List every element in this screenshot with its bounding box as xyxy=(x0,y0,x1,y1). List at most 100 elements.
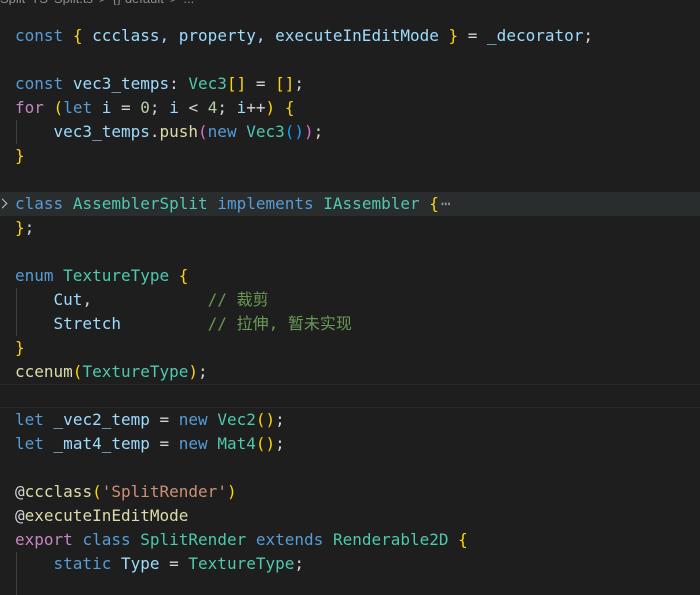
code-line[interactable] xyxy=(0,384,700,408)
code-line[interactable] xyxy=(0,456,700,480)
code-line[interactable]: const { ccclass, property, executeInEdit… xyxy=(0,24,700,48)
code-token: = xyxy=(159,554,189,573)
code-line[interactable]: export class SplitRender extends Rendera… xyxy=(0,528,700,552)
code-text: const { ccclass, property, executeInEdit… xyxy=(15,24,593,48)
code-token: = xyxy=(149,410,179,429)
code-line[interactable]: Stretch // 拉伸, 暂未实现 xyxy=(0,312,700,336)
code-token: Type xyxy=(120,554,160,573)
breadcrumb-item[interactable]: > xyxy=(170,0,178,5)
code-token: ccenum xyxy=(15,362,73,381)
code-token: class xyxy=(15,194,64,213)
code-line[interactable]: vec3_temps.push(new Vec3()); xyxy=(0,120,700,144)
code-text: vec3_temps.push(new Vec3()); xyxy=(15,120,324,144)
code-token: < xyxy=(178,98,208,117)
code-token: ; xyxy=(275,410,285,429)
breadcrumb-item[interactable]: Split xyxy=(0,0,25,5)
code-line[interactable]: } xyxy=(0,144,700,168)
breadcrumb-item[interactable]: TS xyxy=(31,0,48,5)
code-line[interactable]: @executeInEditMode xyxy=(0,504,700,528)
fold-chevron-right-icon[interactable] xyxy=(0,198,10,210)
code-text: } xyxy=(15,336,25,360)
code-text: static Type = TextureType; xyxy=(15,552,304,576)
code-token: ; xyxy=(294,74,305,93)
code-token: } xyxy=(15,146,25,165)
code-line[interactable]: ccenum(TextureType); xyxy=(0,360,700,384)
code-token: push xyxy=(159,122,199,141)
code-text: const vec3_temps: Vec3[] = []; xyxy=(15,72,304,96)
code-token: const xyxy=(15,26,64,45)
code-token: [] xyxy=(226,74,247,93)
code-token: ( xyxy=(53,98,64,117)
code-line[interactable]: Cut, // 裁剪 xyxy=(0,288,700,312)
code-token: { xyxy=(429,194,439,213)
code-token: = xyxy=(246,74,276,93)
code-token: // 裁剪 xyxy=(207,290,269,309)
breadcrumb-item[interactable]: {} default xyxy=(113,0,164,5)
code-token: ++ xyxy=(246,98,266,117)
code-token: ; xyxy=(583,26,594,45)
code-token: class xyxy=(82,530,131,549)
code-line[interactable]: let _vec2_temp = new Vec2(); xyxy=(0,408,700,432)
code-line[interactable] xyxy=(0,168,700,192)
code-token: ; xyxy=(313,122,324,141)
code-token: 0 xyxy=(140,98,150,117)
code-token: vec3_temps xyxy=(72,74,170,93)
folded-region-ellipsis[interactable]: ⋯ xyxy=(439,192,453,216)
code-token: { xyxy=(178,266,189,285)
code-line[interactable]: static Type = TextureType; xyxy=(0,552,700,576)
code-token: Stretch xyxy=(53,314,121,333)
code-text: class AssemblerSplit implements IAssembl… xyxy=(15,192,453,216)
code-token: , xyxy=(82,290,208,309)
code-line[interactable]: let _mat4_temp = new Mat4(); xyxy=(0,432,700,456)
code-token: static xyxy=(53,554,112,573)
breadcrumb-item[interactable]: Split.ts xyxy=(54,0,93,5)
code-token: AssemblerSplit xyxy=(72,194,208,213)
code-line[interactable]: class AssemblerSplit implements IAssembl… xyxy=(0,192,700,216)
code-token: new xyxy=(178,410,208,429)
code-text: } xyxy=(15,144,25,168)
code-token: _decorator xyxy=(487,26,584,45)
breadcrumb: Split TS Split.ts > {} default >... xyxy=(0,0,700,5)
code-line[interactable] xyxy=(0,240,700,264)
code-token: ccclass, property, executeInEditMode xyxy=(82,26,449,45)
code-line[interactable]: }; xyxy=(0,216,700,240)
code-line[interactable]: enum TextureType { xyxy=(0,264,700,288)
code-text: ccenum(TextureType); xyxy=(15,360,208,384)
code-line[interactable] xyxy=(0,576,700,595)
code-token: { xyxy=(284,98,295,117)
code-token: 4 xyxy=(207,98,218,117)
code-token: @ xyxy=(15,506,25,525)
code-token: ) xyxy=(226,482,237,501)
code-token: new xyxy=(207,122,237,141)
code-text: @ccclass('SplitRender') xyxy=(15,480,237,504)
breadcrumb-item[interactable]: ... xyxy=(183,0,194,5)
breadcrumb-item[interactable]: > xyxy=(99,0,107,5)
code-token: new xyxy=(178,434,208,453)
code-line[interactable]: @ccclass('SplitRender') xyxy=(0,480,700,504)
code-line[interactable]: const vec3_temps: Vec3[] = []; xyxy=(0,72,700,96)
code-token: @ xyxy=(15,482,25,501)
code-line[interactable] xyxy=(0,48,700,72)
code-line[interactable]: for (let i = 0; i < 4; i++) { xyxy=(0,96,700,120)
code-line[interactable]: } xyxy=(0,336,700,360)
code-editor[interactable]: Split TS Split.ts > {} default >... const { c… xyxy=(0,0,700,595)
code-token: ) xyxy=(188,362,199,381)
code-token: } xyxy=(15,338,25,357)
code-text: @executeInEditMode xyxy=(15,504,188,528)
code-token: Vec2 xyxy=(217,410,256,429)
code-token: _vec2_temp xyxy=(53,410,150,429)
